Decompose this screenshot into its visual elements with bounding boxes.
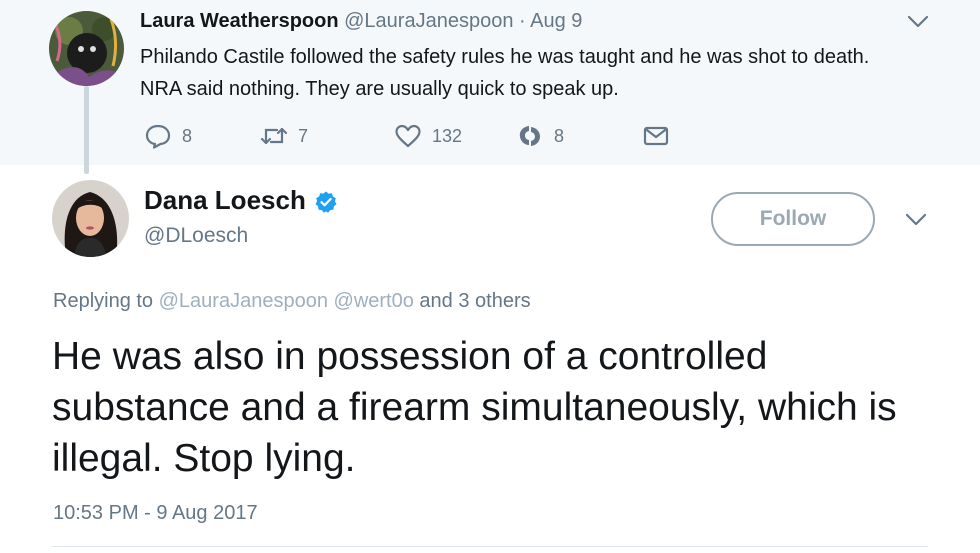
- author-handle[interactable]: @DLoesch: [144, 224, 248, 248]
- replying-to: Replying to @LauraJanespoon @wert0o and …: [53, 290, 531, 313]
- like-count: 132: [432, 125, 463, 146]
- retweet-count: 7: [298, 125, 309, 146]
- heart-icon: [395, 124, 421, 148]
- mention-link[interactable]: @LauraJanespoon: [159, 290, 328, 312]
- header-separator: ·: [513, 10, 531, 32]
- moment-count: 8: [554, 125, 565, 146]
- moment-button[interactable]: 8: [516, 122, 564, 150]
- author-name[interactable]: Laura Weatherspoon: [140, 10, 339, 32]
- chevron-down-icon[interactable]: [905, 13, 931, 31]
- replying-prefix: Replying to: [53, 290, 154, 312]
- tweet-date[interactable]: Aug 9: [530, 10, 582, 32]
- direct-message-button[interactable]: [642, 122, 680, 150]
- thread-line: [84, 86, 89, 174]
- avatar[interactable]: [49, 11, 124, 86]
- avatar-image: [52, 180, 129, 257]
- verified-badge-icon: [315, 191, 337, 213]
- replying-others[interactable]: and 3 others: [419, 290, 530, 312]
- reply-count: 8: [182, 125, 193, 146]
- follow-button[interactable]: Follow: [711, 192, 875, 246]
- reply-icon: [145, 124, 171, 149]
- main-tweet-text: He was also in possession of a controlle…: [52, 335, 897, 480]
- parent-tweet-text: Philando Castile followed the safety rul…: [140, 46, 870, 100]
- avatar[interactable]: [52, 180, 129, 257]
- author-handle[interactable]: @LauraJanespoon: [344, 10, 513, 32]
- reply-button[interactable]: 8: [144, 122, 192, 150]
- tweet-timestamp[interactable]: 10:53 PM - 9 Aug 2017: [53, 502, 258, 525]
- parent-tweet[interactable]: Laura Weatherspoon @LauraJanespoon · Aug…: [0, 0, 980, 165]
- retweet-button[interactable]: 7: [260, 122, 308, 150]
- tweet-actions: 8 7 132 8: [140, 122, 700, 150]
- chevron-down-icon[interactable]: [903, 211, 929, 229]
- author-name-row: Dana Loesch: [144, 185, 338, 216]
- parent-tweet-header: Laura Weatherspoon @LauraJanespoon · Aug…: [140, 10, 582, 33]
- envelope-icon: [643, 126, 669, 146]
- like-button[interactable]: 132: [394, 122, 462, 150]
- author-name[interactable]: Dana Loesch: [144, 185, 306, 216]
- avatar-image: [49, 11, 124, 86]
- divider: [52, 546, 928, 547]
- mention-link[interactable]: @wert0o: [334, 290, 414, 312]
- retweet-icon: [260, 127, 288, 145]
- moment-icon: [519, 126, 540, 146]
